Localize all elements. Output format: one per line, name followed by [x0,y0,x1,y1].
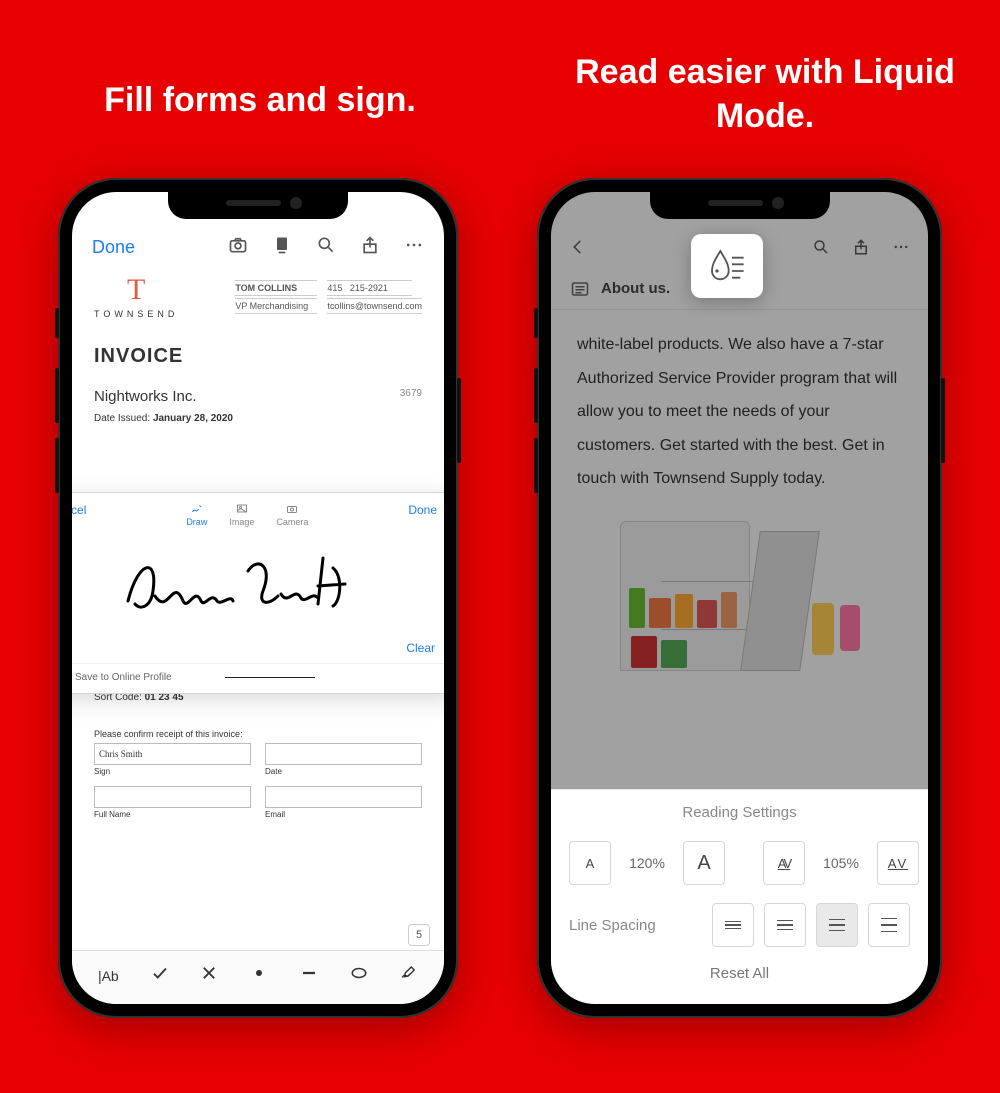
page-indicator[interactable]: 5 [408,924,430,946]
line-spacing-3[interactable] [816,903,858,947]
invoice-title: INVOICE [94,345,422,368]
outline-icon [571,281,589,297]
more-icon[interactable] [404,235,424,260]
signature-panel: Cancel Draw Image Camera Done [72,492,444,694]
checkmark-tool[interactable] [151,964,169,987]
dot-tool[interactable] [250,964,268,987]
reset-all-button[interactable]: Reset All [569,965,910,982]
reading-settings-title: Reading Settings [569,804,910,821]
sign-field[interactable]: Chris Smith [94,743,251,765]
article-body: white-label products. We also have a 7-s… [551,310,928,506]
line-spacing-label: Line Spacing [569,917,702,934]
char-spacing-value: 105% [815,855,867,871]
phone-mockup-right: About us. white-label products. We also … [537,178,942,1018]
font-size-decrease[interactable]: A [569,841,611,885]
date-field[interactable] [265,743,422,765]
sig-tab-camera[interactable]: Camera [276,503,308,527]
share-icon[interactable] [852,238,870,261]
done-button[interactable]: Done [92,237,135,258]
document-icon[interactable] [272,235,292,260]
invoice-client: Nightworks Inc. 3679 [94,388,422,405]
font-size-value: 120% [621,855,673,871]
brand-logo: T TOWNSEND [94,276,178,319]
line-spacing-4[interactable] [868,903,910,947]
headline-left: Fill forms and sign. [100,78,420,122]
text-tool[interactable]: |Ab [98,968,119,984]
headline-right: Read easier with Liquid Mode. [575,50,955,138]
contact-block: TOM COLLINS415 215-2921 VP Merchandising… [235,280,422,316]
search-icon[interactable] [316,235,336,260]
sig-tab-image[interactable]: Image [229,503,254,527]
char-spacing-increase[interactable]: AV [877,841,919,885]
phone-notch [650,192,830,219]
line-spacing-2[interactable] [764,903,806,947]
phone-mockup-left: Done T TOWNSEND TOM COLLINS415 215-2921 … [58,178,458,1018]
line-spacing-1[interactable] [712,903,754,947]
product-image [590,516,890,671]
font-size-increase[interactable]: A [683,841,725,885]
camera-icon[interactable] [228,235,248,260]
sig-clear-button[interactable]: Clear [72,641,444,663]
char-spacing-decrease[interactable]: AV [763,841,805,885]
share-icon[interactable] [360,235,380,260]
circle-tool[interactable] [350,964,368,987]
sign-tool[interactable] [400,964,418,987]
cross-tool[interactable] [200,964,218,987]
email-field[interactable] [265,786,422,808]
liquid-mode-icon [707,246,747,286]
fill-sign-toolbar: |Ab [72,950,444,1004]
name-field[interactable] [94,786,251,808]
sig-tab-draw[interactable]: Draw [186,503,207,527]
sig-done-button[interactable]: Done [408,503,437,517]
signature-drawing[interactable] [113,546,373,626]
invoice-date: Date Issued: January 28, 2020 [94,413,422,424]
reading-settings-panel: Reading Settings A 120% A AV 105% AV Lin… [551,789,928,1004]
save-profile-label: Save to Online Profile [75,672,172,683]
more-icon[interactable] [892,238,910,261]
confirm-box: Please confirm receipt of this invoice: … [94,729,422,827]
line-tool[interactable] [300,964,318,987]
liquid-mode-button[interactable] [691,234,763,298]
back-button[interactable] [569,238,599,261]
phone-notch [168,192,348,219]
search-icon[interactable] [812,238,830,261]
sig-cancel-button[interactable]: Cancel [72,503,86,517]
